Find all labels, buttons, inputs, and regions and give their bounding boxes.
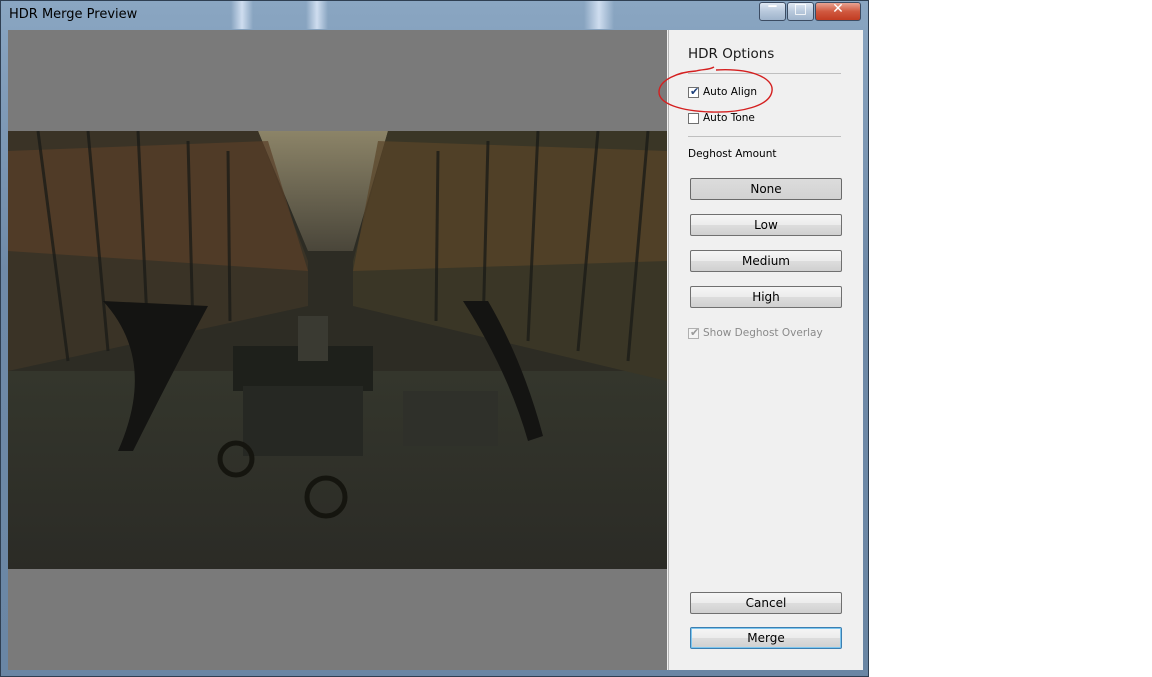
preview-area <box>8 30 667 670</box>
maximize-button[interactable]: □ <box>787 1 814 21</box>
deghost-amount-label: Deghost Amount <box>688 148 777 160</box>
hdr-options-heading: HDR Options <box>688 46 775 62</box>
factory-scene-image <box>8 131 667 569</box>
check-mark-icon: ✔ <box>690 325 700 339</box>
deghost-medium-button[interactable]: Medium <box>690 250 842 272</box>
cancel-button[interactable]: Cancel <box>690 592 842 614</box>
deghost-high-button[interactable]: High <box>690 286 842 308</box>
title-bar-glow <box>306 1 328 29</box>
minimize-button[interactable]: ‒ <box>759 0 786 21</box>
merge-button[interactable]: Merge <box>690 627 842 649</box>
close-icon: ✕ <box>832 1 844 17</box>
minimize-icon: ‒ <box>767 0 778 14</box>
hdr-options-panel: HDR Options ✔ Auto Align Auto Tone Degho… <box>668 30 863 670</box>
checkbox-box[interactable]: ✔ <box>688 325 700 339</box>
deghost-low-button[interactable]: Low <box>690 214 842 236</box>
title-bar[interactable]: HDR Merge Preview ‒ □ ✕ <box>1 0 868 29</box>
divider <box>688 136 841 137</box>
dialog-client-area: HDR Options ✔ Auto Align Auto Tone Degho… <box>8 30 863 670</box>
title-bar-glow <box>584 1 614 29</box>
hdr-preview-image <box>8 131 667 569</box>
maximize-icon: □ <box>793 1 808 17</box>
show-deghost-overlay-checkbox[interactable]: ✔ Show Deghost Overlay <box>688 325 823 339</box>
title-bar-glow <box>231 1 253 29</box>
show-deghost-overlay-label: Show Deghost Overlay <box>703 327 823 339</box>
close-button[interactable]: ✕ <box>815 1 861 21</box>
deghost-none-button[interactable]: None <box>690 178 842 200</box>
window-title: HDR Merge Preview <box>9 7 138 22</box>
red-annotation-circle <box>658 66 773 113</box>
